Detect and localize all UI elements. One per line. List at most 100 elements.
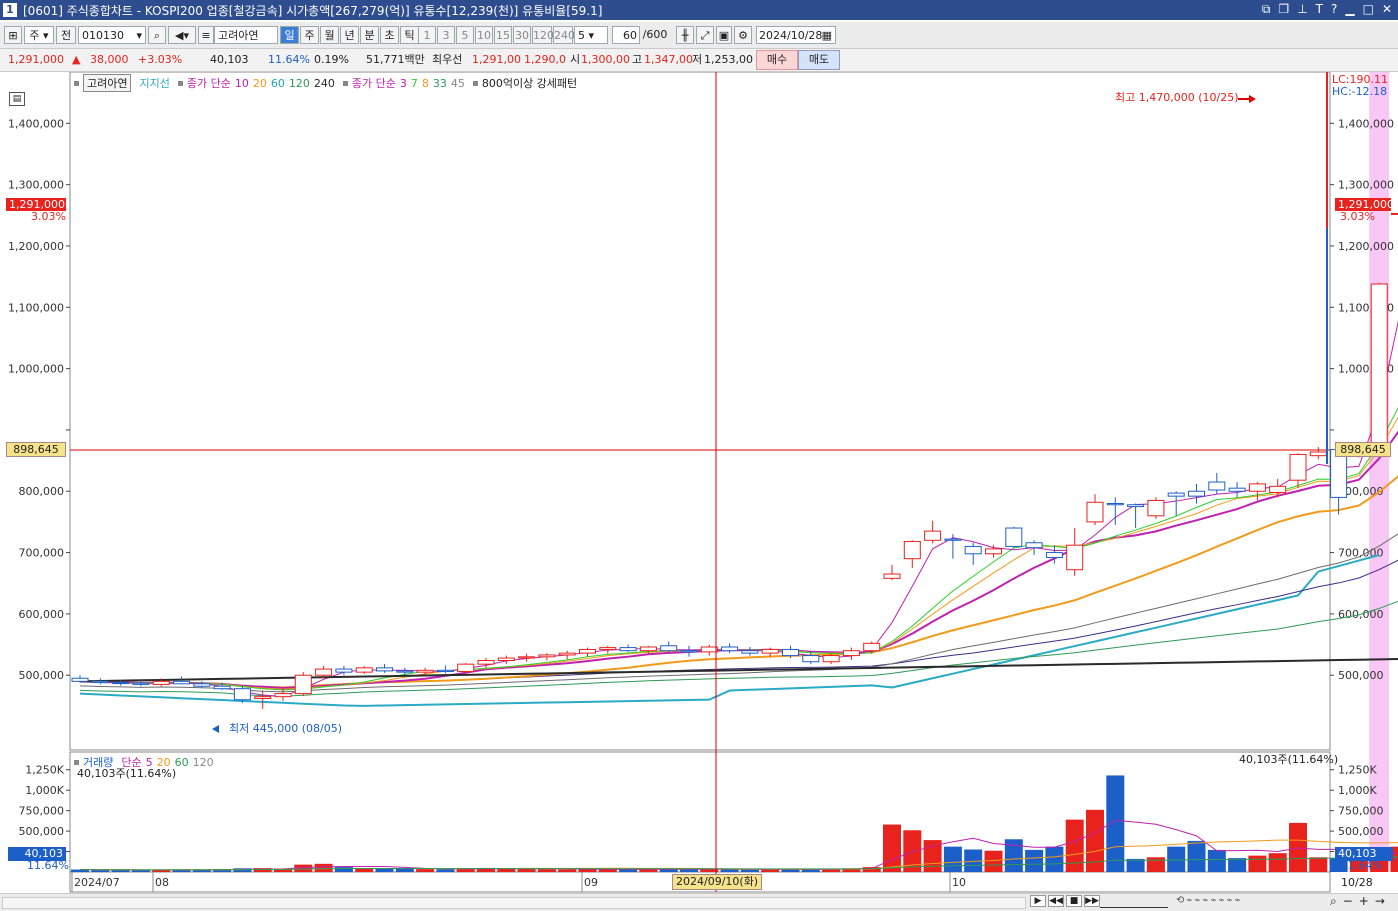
candle-body xyxy=(783,649,799,655)
candle-body xyxy=(72,678,88,681)
all-button[interactable]: 전 xyxy=(56,26,76,44)
zoom-in-icon[interactable]: + xyxy=(1359,894,1369,909)
price-tick-label: 1,400,000 xyxy=(8,117,64,130)
window-number: 1 xyxy=(3,3,17,17)
sound-icon[interactable]: ◀▾ xyxy=(168,26,196,44)
price-panel xyxy=(70,72,1330,750)
period-icons[interactable]: ⟲⌁⌁⌁⌁⌁⌁⌁ xyxy=(1176,895,1243,906)
help-icon[interactable]: ? xyxy=(1331,2,1337,17)
chevron-down-icon: ▾ xyxy=(136,27,142,45)
legend-ma1-label[interactable]: 종가 단순 xyxy=(187,75,231,91)
layout-icon[interactable]: ⊞ xyxy=(4,26,22,44)
interval-button-3[interactable]: 10 xyxy=(475,26,493,44)
zoom-out-icon[interactable]: − xyxy=(1343,894,1353,909)
sell-button[interactable]: 매도 xyxy=(798,50,840,70)
price-tick-label: 800,000 xyxy=(19,485,65,498)
period-tab-1[interactable]: 주 xyxy=(300,26,319,44)
candle-icon[interactable]: ╫ xyxy=(676,26,694,44)
chart-toolbar: ⊞ 주 ▾ 전 010130▾ ⌕ ◀▾ ≡ 고려아연 일주월년분초틱 1351… xyxy=(0,22,1398,49)
period-tab-0[interactable]: 일 xyxy=(280,26,299,44)
font-icon[interactable]: T xyxy=(1316,2,1323,17)
period-tab-6[interactable]: 틱 xyxy=(400,26,419,44)
maximize-icon[interactable]: □ xyxy=(1363,2,1374,17)
legend-support[interactable]: 지지선 xyxy=(139,75,169,91)
code-input[interactable]: 010130▾ xyxy=(78,26,146,44)
period-tab-4[interactable]: 분 xyxy=(360,26,379,44)
rewind-icon[interactable]: ◀◀ xyxy=(1048,895,1064,907)
list-icon[interactable]: ≡ xyxy=(198,26,214,44)
close-icon[interactable]: ✕ xyxy=(1382,2,1392,17)
arrow-right-icon[interactable]: → xyxy=(1375,894,1385,909)
save-icon[interactable]: ▣ xyxy=(716,26,732,44)
legend-pattern[interactable]: 800억이상 강세패턴 xyxy=(482,75,577,91)
candle-body xyxy=(1148,500,1164,515)
legend-stock-name[interactable]: 고려아연 xyxy=(83,74,131,92)
volume-bar xyxy=(1045,847,1063,872)
volume-bar xyxy=(985,851,1003,872)
volume-tick-label: 750,000 xyxy=(1338,805,1384,818)
period-tab-2[interactable]: 월 xyxy=(320,26,339,44)
date-tick-label: 09 xyxy=(584,876,598,889)
interval-button-7[interactable]: 240 xyxy=(553,26,573,44)
legend-marker xyxy=(178,81,183,86)
price-chart[interactable]: 500,000500,000600,000600,000700,000700,0… xyxy=(0,72,1398,910)
interval-button-0[interactable]: 1 xyxy=(418,26,436,44)
zoom-icon[interactable]: ⌕ xyxy=(1330,894,1337,909)
best-bid: 1,290,0 xyxy=(524,52,566,68)
interval-button-5[interactable]: 30 xyxy=(513,26,531,44)
cur-pct-left: 3.03% xyxy=(28,210,69,224)
date-input[interactable]: 2024/10/28▦ xyxy=(756,26,836,44)
legend-ma60: 60 xyxy=(271,77,285,90)
copy-window-icon[interactable]: ❐ xyxy=(1278,2,1289,17)
date-input-value: 2024/10/28 xyxy=(759,29,822,42)
speed-slider[interactable] xyxy=(1100,897,1168,908)
name-field[interactable]: 고려아연 xyxy=(214,26,278,44)
stop-icon[interactable]: ■ xyxy=(1066,895,1082,907)
playback-controls: ▶ ◀◀ ■ ▶▶ xyxy=(1030,895,1100,907)
legend-ma45: 45 xyxy=(451,77,465,90)
count-input[interactable]: 60 xyxy=(612,26,640,44)
gear-icon[interactable]: ⚙ xyxy=(734,26,752,44)
candle-body xyxy=(843,651,859,656)
price-tick-label: 1,400,000 xyxy=(1338,117,1394,130)
interval-button-2[interactable]: 5 xyxy=(456,26,474,44)
candle-body xyxy=(1067,545,1083,570)
play-icon[interactable]: ▶ xyxy=(1030,895,1046,907)
buy-button[interactable]: 매수 xyxy=(756,50,798,70)
candle-body xyxy=(295,675,311,693)
candle-body xyxy=(904,542,920,559)
candle-body xyxy=(661,646,677,651)
candle-body xyxy=(1310,452,1326,456)
volume-bar xyxy=(497,869,515,872)
volume-bar xyxy=(376,869,394,872)
legend-ma2-label[interactable]: 종가 단순 xyxy=(352,75,396,91)
amount-value: 51,771백만 xyxy=(366,52,425,68)
volume-tick-label: 1,000K xyxy=(1338,784,1377,797)
pin-icon[interactable]: ⊥ xyxy=(1297,2,1307,17)
legend-ma240: 240 xyxy=(314,77,335,90)
draw-icon[interactable]: ⤢ xyxy=(696,26,714,44)
tile-icon[interactable]: ⧉ xyxy=(1262,2,1271,17)
minimize-icon[interactable]: ▁ xyxy=(1345,2,1354,17)
high-label: 고 xyxy=(632,52,642,68)
candle-body xyxy=(539,655,555,657)
period-tab-5[interactable]: 초 xyxy=(380,26,399,44)
search-icon[interactable]: ⌕ xyxy=(148,26,166,44)
candle-body xyxy=(1107,504,1123,505)
count-total: /600 xyxy=(640,26,670,44)
forward-icon[interactable]: ▶▶ xyxy=(1084,895,1100,907)
horizontal-scrollbar[interactable] xyxy=(2,897,1026,909)
candle-body xyxy=(275,694,291,697)
candle-body xyxy=(925,531,941,540)
candle-body xyxy=(255,697,271,699)
candle-body xyxy=(1046,553,1062,558)
interval-button-6[interactable]: 120 xyxy=(532,26,552,44)
interval-button-1[interactable]: 3 xyxy=(437,26,455,44)
candle-body xyxy=(884,574,900,578)
table-icon[interactable]: ▤ xyxy=(9,92,25,106)
market-select[interactable]: 주 ▾ xyxy=(24,26,54,44)
interval-select[interactable]: 5 ▾ xyxy=(574,26,608,44)
candle-body xyxy=(377,668,393,671)
period-tab-3[interactable]: 년 xyxy=(340,26,359,44)
interval-button-4[interactable]: 15 xyxy=(494,26,512,44)
